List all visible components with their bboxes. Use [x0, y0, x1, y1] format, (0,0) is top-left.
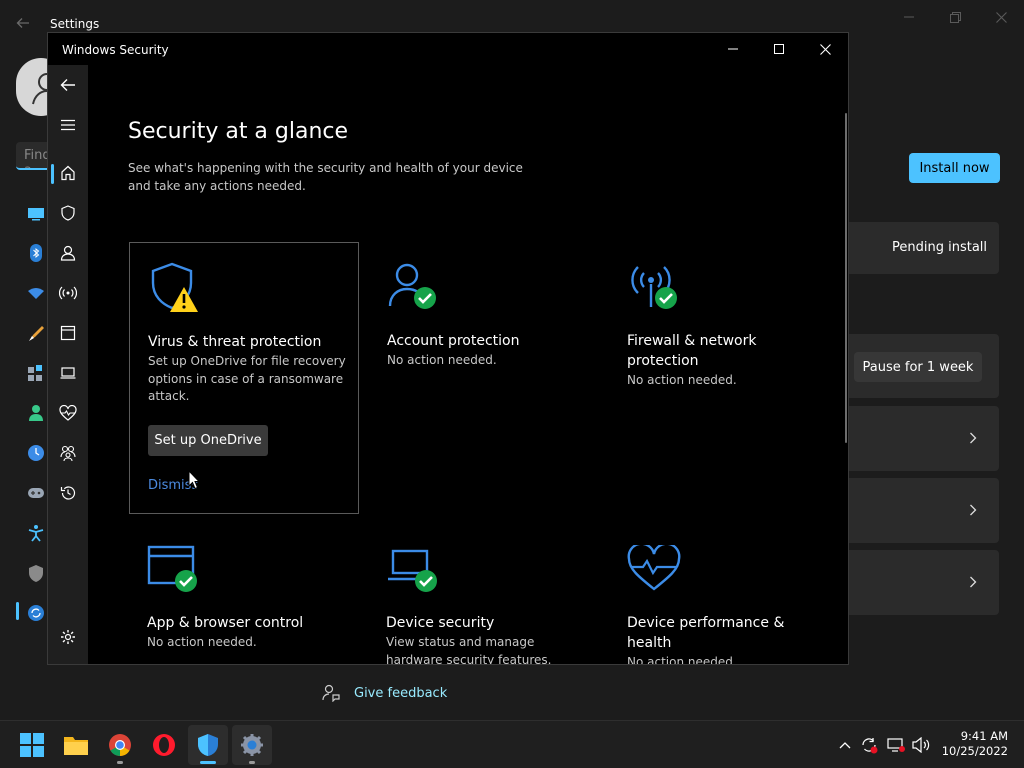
card-title: Device performance & health [627, 615, 785, 651]
system-icon[interactable] [26, 204, 46, 224]
card-status: Set up OneDrive for file recovery option… [148, 354, 346, 403]
card-status: No action needed. [627, 655, 737, 665]
accessibility-icon[interactable] [26, 523, 46, 543]
laptop-security-icon [387, 549, 439, 593]
account-check-icon [387, 260, 439, 312]
card-status: No action needed. [147, 635, 257, 649]
start-icon[interactable] [12, 725, 52, 765]
settings-restore-icon[interactable] [932, 8, 978, 26]
firewall-check-icon [627, 260, 679, 312]
windows-security-window: Windows Security Security at a glance Se… [47, 32, 849, 665]
back-arrow-icon[interactable] [48, 65, 88, 105]
minimize-icon[interactable] [710, 33, 756, 65]
card-title: Virus & threat protection [148, 334, 322, 350]
page-title: Security at a glance [128, 119, 349, 144]
device-performance-card[interactable]: Device performance & health No action ne… [609, 523, 839, 665]
time-language-icon[interactable] [26, 443, 46, 463]
pause-updates-button[interactable]: Pause for 1 week [854, 352, 982, 382]
shield-warning-icon [148, 261, 200, 313]
card-title: Firewall & network protection [627, 333, 757, 369]
home-icon[interactable] [48, 153, 88, 193]
accounts-icon[interactable] [26, 403, 46, 423]
heart-pulse-icon [627, 545, 681, 591]
settings-row[interactable] [849, 478, 999, 543]
windows-security-icon[interactable] [188, 725, 228, 765]
account-protection-card[interactable]: Account protection No action needed. [369, 242, 599, 514]
settings-title: Settings [50, 17, 100, 31]
gear-icon[interactable] [48, 617, 88, 657]
network-tray-icon[interactable] [886, 735, 906, 755]
card-status: No action needed. [627, 373, 737, 387]
app-browser-check-icon [147, 545, 199, 593]
shield-icon[interactable] [48, 193, 88, 233]
card-title: App & browser control [147, 615, 304, 631]
update-status-panel: Pending install [849, 222, 999, 274]
scrollbar[interactable] [845, 113, 847, 443]
card-title: Device security [386, 615, 495, 631]
firewall-card[interactable]: Firewall & network protection No action … [609, 242, 839, 514]
card-title: Account protection [387, 333, 520, 349]
active-window-indicator [200, 761, 216, 764]
window-title: Windows Security [62, 43, 169, 57]
running-indicator [117, 761, 123, 764]
taskbar: 9:41 AM 10/25/2022 [0, 720, 1024, 768]
volume-icon[interactable] [911, 735, 931, 755]
chrome-icon[interactable] [100, 725, 140, 765]
virus-threat-card[interactable]: Virus & threat protection Set up OneDriv… [129, 242, 359, 514]
apps-icon[interactable] [26, 363, 46, 383]
install-now-button[interactable]: Install now [909, 153, 1000, 183]
settings-back-icon[interactable] [16, 16, 30, 30]
bluetooth-icon[interactable] [26, 243, 46, 263]
history-icon[interactable] [48, 473, 88, 513]
windows-update-icon[interactable] [26, 603, 46, 623]
pending-install-text: Pending install [892, 240, 988, 255]
opera-icon[interactable] [144, 725, 184, 765]
laptop-icon[interactable] [48, 353, 88, 393]
hamburger-icon[interactable] [48, 105, 88, 145]
privacy-security-icon[interactable] [26, 563, 46, 583]
time-text: 9:41 AM [960, 729, 1008, 743]
person-icon[interactable] [48, 233, 88, 273]
close-icon[interactable] [802, 33, 848, 65]
give-feedback-text[interactable]: Give feedback [354, 686, 447, 701]
heart-pulse-icon[interactable] [48, 393, 88, 433]
active-indicator [16, 602, 19, 620]
settings-minimize-icon[interactable] [886, 8, 932, 26]
settings-icon[interactable] [232, 725, 272, 765]
chevron-right-icon [969, 576, 977, 588]
file-explorer-icon[interactable] [56, 725, 96, 765]
app-browser-icon[interactable] [48, 313, 88, 353]
device-security-card[interactable]: Device security View status and manage h… [369, 523, 599, 665]
chevron-right-icon [969, 432, 977, 444]
date-text: 10/25/2022 [941, 744, 1008, 758]
network-icon[interactable] [26, 283, 46, 303]
family-icon[interactable] [48, 433, 88, 473]
wifi-antenna-icon[interactable] [48, 273, 88, 313]
windows-update-tray-icon[interactable] [859, 735, 879, 755]
maximize-icon[interactable] [756, 33, 802, 65]
gaming-icon[interactable] [26, 483, 46, 503]
settings-row[interactable] [849, 550, 999, 615]
personalization-icon[interactable] [26, 323, 46, 343]
app-browser-card[interactable]: App & browser control No action needed. [129, 523, 359, 664]
chevron-up-icon[interactable] [835, 735, 855, 755]
feedback-icon [322, 684, 340, 702]
running-indicator [249, 761, 255, 764]
page-description: See what's happening with the security a… [128, 161, 523, 193]
give-feedback-link[interactable]: Give feedback [322, 684, 447, 702]
card-status: View status and manage hardware security… [386, 635, 552, 665]
chevron-right-icon [969, 504, 977, 516]
search-input[interactable]: Find a setting [16, 142, 50, 170]
card-status: No action needed. [387, 353, 497, 367]
clock[interactable]: 9:41 AM 10/25/2022 [938, 729, 1008, 759]
settings-close-icon[interactable] [978, 8, 1024, 26]
settings-row[interactable] [849, 406, 999, 471]
setup-onedrive-button[interactable]: Set up OneDrive [148, 425, 268, 456]
mouse-cursor-icon [188, 470, 200, 490]
